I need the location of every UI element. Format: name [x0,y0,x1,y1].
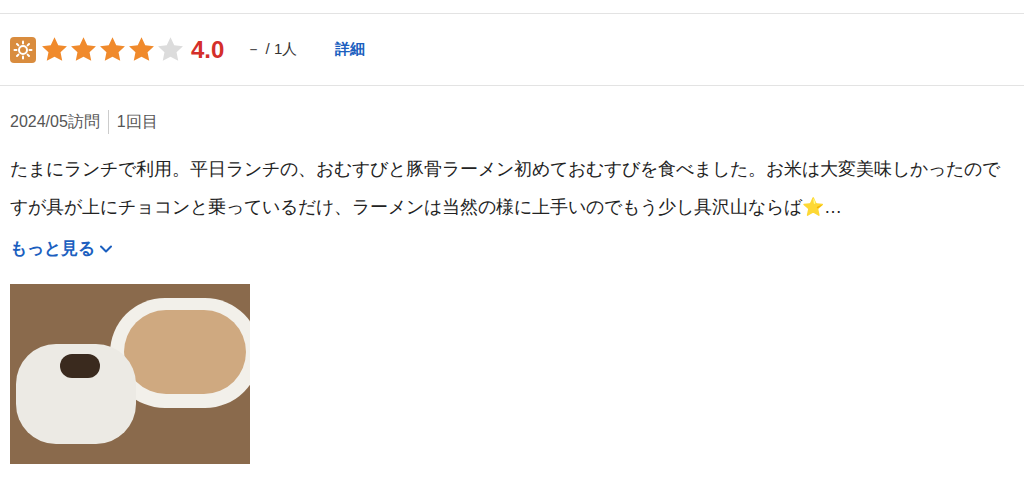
top-divider [0,0,1024,14]
star-icon [69,35,98,64]
show-more-label: もっと見る [10,236,95,262]
visit-info: 2024/05訪問1回目 [10,110,1014,134]
detail-link[interactable]: 詳細 [335,38,365,61]
star-icon [127,35,156,64]
review-photo[interactable] [10,284,250,464]
ramen-soup [124,310,246,394]
visit-date: 2024/05訪問 [10,110,109,134]
rating-count: － / 1人 [246,38,297,61]
review-body: 2024/05訪問1回目たまにランチで利用。平日ランチの、おむすびと豚骨ラーメン… [0,86,1024,464]
star-icon [98,35,127,64]
rating-row: 4.0 － / 1人 詳細 [0,14,1024,86]
visit-count: 1回目 [109,110,158,134]
star-icon [156,35,185,64]
review-text: たまにランチで利用。平日ランチの、おむすびと豚骨ラーメン初めておむすびを食べまし… [10,150,1014,226]
show-more-link[interactable]: もっと見る [10,236,113,262]
daytime-sun-icon [10,37,36,63]
star-icon [40,35,69,64]
rating-score: 4.0 [191,38,224,62]
onigiri-topping [60,354,100,378]
star-rating [40,35,185,64]
chevron-down-icon [99,242,113,256]
